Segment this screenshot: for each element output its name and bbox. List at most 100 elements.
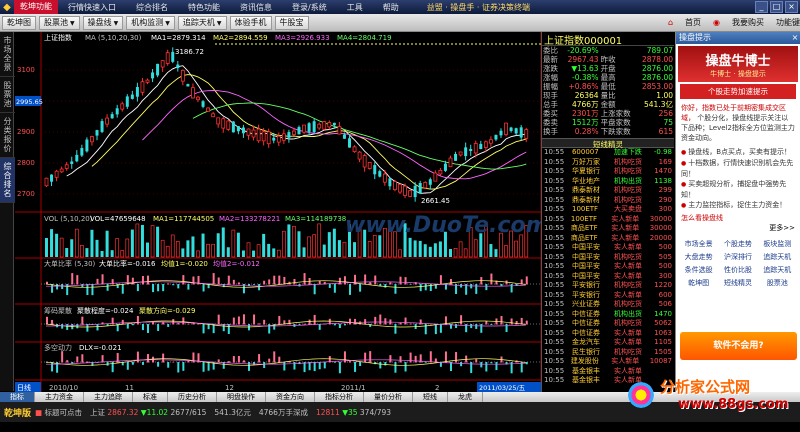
menu-item-ranking[interactable]: 综合排名 (126, 2, 178, 13)
link-qiankun[interactable]: 乾坤图 (680, 278, 717, 288)
kline-chart-area[interactable]: 上证指数 MA (5,10,20,30) MA1=2879.314 MA2=28… (15, 32, 541, 392)
index-sh[interactable]: 上证 2867.32 ▼11.02 2677/615 (90, 407, 206, 418)
news-item[interactable]: 10:55 600007 加速下跌 -0.98 (544, 148, 674, 158)
volume-bar (312, 234, 316, 258)
news-item[interactable]: 10:55 华夏银行 机构吃货 1470 (544, 167, 674, 177)
left-tab-market[interactable]: 市场全景 (0, 32, 15, 77)
bottom-tab[interactable]: 龙虎 (448, 392, 483, 402)
candle-body (64, 164, 69, 169)
news-item[interactable]: 10:55 兴业证券 机构吃货 506 (544, 300, 674, 310)
news-item[interactable]: 10:55 商品ETF 实人新单 30000 (544, 224, 674, 234)
news-item[interactable]: 10:55 万好万家 机构吃货 169 (544, 158, 674, 168)
news-item[interactable]: 10:55 商品ETF 实人新单 20000 (544, 234, 674, 244)
close-button[interactable]: × (785, 1, 798, 13)
big-order-ratio-bar (152, 284, 155, 293)
news-item[interactable]: 10:55 中国平安 机构吃货 505 (544, 253, 674, 263)
news-item[interactable]: 10:55 中信证券 机构出货 1470 (544, 310, 674, 320)
link-index[interactable]: 大盘走势 (680, 252, 717, 262)
quote-panel: 上证指数000001 委比 -20.69% 789.07 最新 2967.43 昨收 287… (541, 32, 674, 392)
news-time: 10:55 (544, 290, 565, 299)
news-item[interactable]: 10:55 中信证券 机构吃货 5062 (544, 319, 674, 329)
news-time: 10:55 (544, 205, 565, 213)
news-item[interactable]: 10:55 中国平安 实人新单 500 (544, 262, 674, 272)
left-tab-quote[interactable]: 分类报价 (0, 113, 15, 158)
sub2-header-v1: 聚散程度=-0.024 (77, 306, 134, 315)
news-item[interactable]: 10:55 平安银行 实人新单 600 (544, 291, 674, 301)
bottom-tab[interactable]: 短线 (413, 392, 448, 402)
news-item[interactable]: 10:55 中信证券 实人新单 1063 (544, 329, 674, 339)
link-filter[interactable]: 条件选股 (680, 265, 717, 275)
link-track[interactable]: 追踪天机 (759, 252, 796, 262)
news-item[interactable]: 10:55 100ETF 大买卖盘 300 (544, 205, 674, 215)
menu-item-system[interactable]: 登录/系统 (282, 2, 337, 13)
link-pool[interactable]: 股票池 (759, 278, 796, 288)
help-ad-banner[interactable]: 软件不会用? (680, 332, 797, 360)
bottom-tab[interactable]: 资金方向 (266, 392, 315, 402)
news-num: 1470 (654, 309, 672, 318)
feature-item: 买卖超规分析，捕捉盘中强势先知！ (681, 179, 795, 200)
more-link[interactable]: 更多>> (676, 223, 800, 233)
toolbar-qiankun-button[interactable]: 乾坤图 (2, 15, 36, 30)
news-item[interactable]: 10:55 华业地产 机构出货 1138 (544, 177, 674, 187)
close-icon[interactable]: × (790, 32, 800, 44)
menu-item-qiankun[interactable]: 乾坤功能 (14, 0, 58, 14)
news-item[interactable]: 10:55 建发股份 实人新单 10087 (544, 357, 674, 367)
toolbar-niugubao-button[interactable]: 牛股宝 (274, 15, 309, 30)
toolbar-track-button[interactable]: 追踪天机 ▼ (177, 15, 227, 30)
news-item[interactable]: 10:55 100ETF 实人新单 30000 (544, 215, 674, 225)
bottom-tab[interactable]: 指标 (0, 392, 35, 402)
bottom-tab[interactable]: 指标分析 (315, 392, 364, 402)
news-item[interactable]: 10:55 中国平安 实人新单 300 (544, 272, 674, 282)
index-sz[interactable]: 12811 ▼35 374/793 (316, 408, 391, 417)
toolbar-mobile-button[interactable]: 体验手机 (229, 15, 272, 30)
chip-concentration-bar (141, 324, 144, 331)
news-item[interactable]: 10:55 基金银丰 实人新单 (544, 367, 674, 377)
minimize-button[interactable]: _ (755, 1, 768, 13)
left-tab-pool[interactable]: 股票池 (0, 77, 15, 113)
toolbar-monitor-button[interactable]: 机构监测 ▼ (126, 15, 175, 30)
home-link[interactable]: 首页 (685, 17, 701, 28)
kline-chart-svg[interactable]: 上证指数 MA (5,10,20,30) MA1=2879.314 MA2=28… (15, 32, 541, 392)
menu-item-help[interactable]: 帮助 (373, 2, 409, 13)
link-market[interactable]: 市场全景 (680, 239, 717, 249)
bottom-tab[interactable]: 历史分析 (168, 392, 217, 402)
menu-item-tools[interactable]: 工具 (337, 2, 373, 13)
link-sprite[interactable]: 短线精灵 (719, 278, 756, 288)
toolbar-line-button[interactable]: 操盘线 ▼ (82, 15, 124, 30)
news-item[interactable]: 10:55 中国平安 实人新单 500 (544, 243, 674, 253)
toolbar-stockpool-button[interactable]: 股票池 ▼ (39, 15, 80, 30)
news-item[interactable]: 10:55 鼎泰新材 机构吃货 290 (544, 196, 674, 206)
link-ranking[interactable]: 沪深排行 (719, 252, 756, 262)
menu-item-news[interactable]: 资讯信息 (230, 2, 282, 13)
volume-bar (50, 229, 54, 257)
link-track-2[interactable]: 追踪天机 (759, 265, 796, 275)
menu-item-quick-entry[interactable]: 行情快速入口 (58, 2, 126, 13)
news-item[interactable]: 10:55 金龙汽车 实人新单 1105 (544, 338, 674, 348)
news-item[interactable]: 10:55 平安银行 机构吃货 1220 (544, 281, 674, 291)
how-to-link[interactable]: 怎么看操盘线 (676, 213, 800, 223)
buy-link[interactable]: 我要购买 (732, 17, 764, 28)
bottom-tab[interactable]: 量价分析 (364, 392, 413, 402)
bull-bear-power-bar (273, 351, 276, 363)
bottom-tab[interactable]: 主力资金 (35, 392, 84, 402)
trend-banner[interactable]: 个股走势加速提示 (680, 84, 796, 99)
bottom-tab[interactable]: 主力追踪 (84, 392, 133, 402)
bottom-tab[interactable]: 标准 (133, 392, 168, 402)
maximize-button[interactable]: □ (770, 1, 783, 13)
link-value[interactable]: 性价比股 (719, 265, 756, 275)
menu-item-features[interactable]: 特色功能 (178, 2, 230, 13)
big-order-ratio-bar (384, 284, 387, 288)
big-order-ratio-bar (217, 277, 220, 285)
bottom-tab[interactable]: 明盘操作 (217, 392, 266, 402)
candle-body (216, 117, 221, 125)
left-tab-ranking[interactable]: 综合排名 (0, 158, 15, 203)
news-item[interactable]: 10:55 鼎泰新材 机构吃货 299 (544, 186, 674, 196)
function-key-button[interactable]: 功能键 (776, 17, 800, 28)
link-stock-trend[interactable]: 个股走势 (719, 239, 756, 249)
big-order-ratio-bar (263, 280, 266, 285)
link-sector[interactable]: 板块监测 (759, 239, 796, 249)
quote-section-header[interactable]: 短线精灵 (542, 138, 674, 149)
chip-concentration-bar (182, 317, 185, 325)
news-item[interactable]: 10:55 民生银行 机构吃货 1505 (544, 348, 674, 358)
big-order-ratio-bar (343, 276, 346, 285)
